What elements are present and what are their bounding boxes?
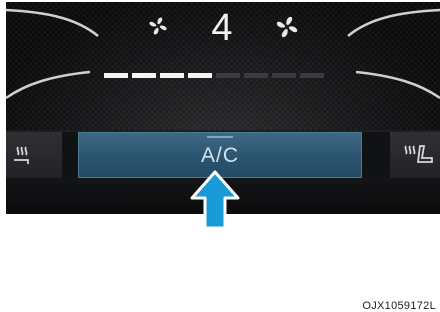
fan-high-icon: [276, 16, 298, 38]
ac-indicator-light: [207, 136, 233, 138]
pointer-arrow-icon: [190, 170, 240, 230]
ac-button-label: A/C: [200, 144, 239, 167]
heated-seat-left-button[interactable]: [6, 132, 62, 178]
fan-speed-bar: [104, 73, 324, 78]
seat-heat-right-icon: [404, 145, 433, 163]
fan-bar-segment: [300, 73, 324, 78]
fan-low-icon: [149, 17, 167, 35]
fan-bar-segment: [244, 73, 268, 78]
fan-bar-segment: [188, 73, 212, 78]
fan-bar-segment: [132, 73, 156, 78]
fan-bar-segment: [160, 73, 184, 78]
right-swoosh-decoration: [347, 8, 440, 100]
fan-display: 4: [6, 2, 440, 130]
figure-code: OJX1059172L: [362, 300, 436, 312]
seat-heat-left-icon: [14, 146, 29, 164]
heated-seat-right-button[interactable]: [390, 132, 440, 178]
figure: 4 A/C OJX1059172L: [0, 0, 440, 312]
left-swoosh-decoration: [6, 8, 99, 100]
fan-bar-segment: [104, 73, 128, 78]
fan-bar-segment: [216, 73, 240, 78]
fan-bar-segment: [272, 73, 296, 78]
fan-speed-value: 4: [211, 7, 233, 49]
